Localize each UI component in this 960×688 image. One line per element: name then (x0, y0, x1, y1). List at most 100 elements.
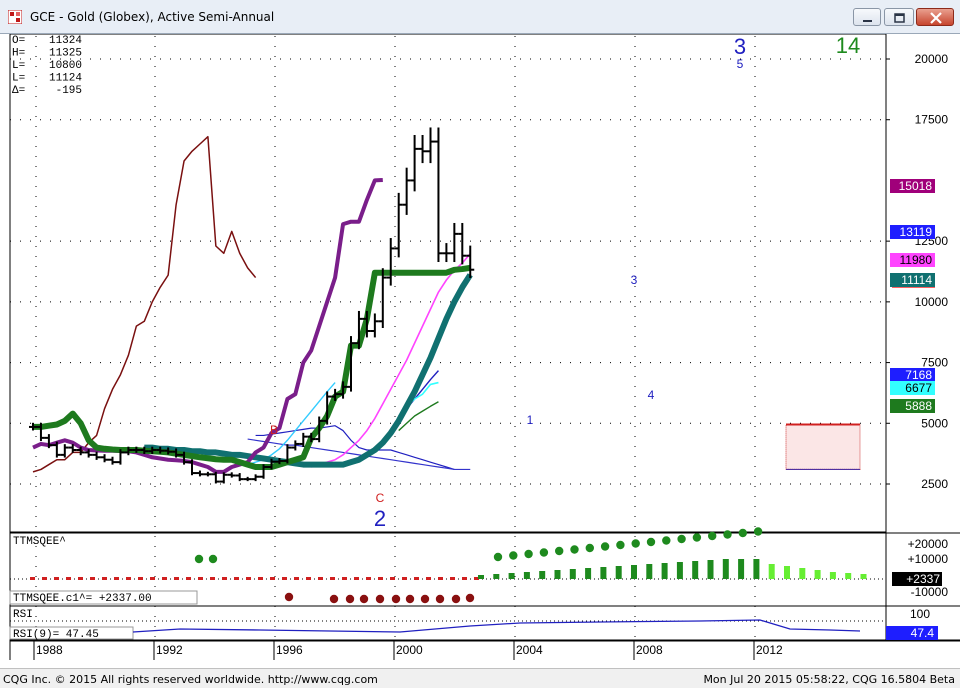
readout-value: 10800 (49, 60, 82, 72)
ttm-dash (318, 577, 323, 580)
status-bar: CQG Inc. © 2015 All rights reserved worl… (0, 668, 960, 688)
ttm-dash (102, 577, 107, 580)
readout-value: 11325 (49, 48, 82, 60)
ttm-dot-up (662, 536, 671, 545)
ttm-dash (426, 577, 431, 580)
ttm-tick: -10000 (911, 585, 949, 599)
ttm-bar (661, 563, 668, 579)
ttm-dot-up (194, 554, 204, 564)
ttm-dash (54, 577, 59, 580)
ttm-bar (814, 570, 821, 579)
main-panel-frame (9, 34, 887, 533)
ttm-bar (845, 573, 852, 579)
ttm-label: TTMSQEE^ (13, 536, 66, 548)
ttm-dash (270, 577, 275, 580)
ttm-dash (114, 577, 119, 580)
ttm-dot-down (345, 594, 355, 604)
ttm-dot-down (359, 594, 369, 604)
ttm-bar (768, 564, 775, 579)
rsi-tick: 100 (910, 607, 930, 621)
ttm-dot-up (539, 548, 549, 557)
rsi-label: RSI (13, 609, 33, 621)
readout-label: H= (12, 48, 25, 60)
ttm-dot-down (435, 594, 445, 604)
ttm-dot-down (451, 594, 461, 604)
close-button[interactable] (916, 8, 954, 26)
ttm-dash (198, 577, 203, 580)
ttm-dot-down (465, 593, 475, 603)
ttm-dot-up (753, 527, 763, 536)
restore-button[interactable] (884, 8, 914, 26)
price-tag-label: 15018 (899, 179, 933, 193)
close-icon (930, 12, 942, 24)
time-axis-label: 2012 (756, 643, 783, 657)
ttm-dot-up (555, 546, 564, 556)
ttm-dot-up (570, 545, 579, 554)
ttm-dash (366, 577, 371, 580)
ttm-bar (692, 561, 699, 579)
window-titlebar: GCE - Gold (Globex), Active Semi-Annual (0, 0, 960, 34)
price-tick-label: 20000 (915, 52, 949, 66)
ttm-dash (234, 577, 239, 580)
ttm-dash (150, 577, 155, 580)
minimize-button[interactable] (853, 8, 881, 26)
ttm-bar (799, 568, 806, 579)
ttm-dash (378, 577, 383, 580)
ttm-dot-up (616, 540, 625, 550)
ttm-dash (42, 577, 47, 580)
price-tag-label: 6677 (905, 381, 932, 395)
ttm-bar (554, 570, 561, 579)
rsi-tag: 47.4 (911, 626, 935, 640)
ttm-bar (585, 568, 592, 579)
rsi-readout: RSI(9)= 47.45 (13, 629, 99, 641)
ttm-dot-down (375, 594, 385, 604)
ttm-bar (860, 574, 867, 579)
ttm-bar (600, 567, 607, 579)
ttm-bar (569, 569, 576, 579)
ttm-dot-up (585, 543, 594, 553)
time-axis-label: 2004 (516, 643, 543, 657)
wave-label-b: B (270, 423, 278, 437)
wave-label-4: 4 (648, 388, 655, 402)
price-tick-label: 2500 (921, 477, 948, 491)
ttm-bar (676, 562, 683, 579)
ttm-dot-down (329, 594, 339, 604)
ttm-bar (829, 572, 836, 579)
wave-label-green: 14 (836, 34, 860, 58)
ttm-bar (615, 566, 622, 579)
readout-label: O= (12, 35, 25, 47)
ttm-dot-up (692, 533, 702, 542)
readout-label: L= (12, 60, 25, 72)
price-chart[interactable]: O= 11324 H= 11325 L= 10800 L= 11124 Δ= -195 20000 1… (0, 34, 960, 668)
price-tag-label: 5888 (905, 399, 932, 413)
price-tick-label: 10000 (915, 295, 949, 309)
readout-value: 11324 (49, 35, 82, 47)
ttm-dash (66, 577, 71, 580)
window-title: GCE - Gold (Globex), Active Semi-Annual (30, 10, 275, 24)
ttm-dot-up (708, 531, 717, 541)
ttm-bar (508, 573, 515, 579)
wave-label-3: 3 (631, 273, 638, 287)
ttm-dot-down (420, 594, 430, 604)
wave-label-bottom: 2 (374, 506, 386, 531)
ttm-tick: +10000 (908, 552, 949, 566)
copyright-text: CQG Inc. © 2015 All rights reserved worl… (3, 673, 378, 686)
price-tag-label: 11980 (900, 253, 933, 267)
ttm-dot-up (631, 539, 640, 548)
wave-label-c: C (376, 491, 385, 505)
ttm-dash (222, 577, 227, 580)
ttm-dash (126, 577, 131, 580)
ttm-dot-up (600, 542, 610, 551)
ttm-dash (342, 577, 347, 580)
ttm-dash (414, 577, 419, 580)
time-axis-label: 1992 (156, 643, 183, 657)
ttm-dash (138, 577, 143, 580)
ttm-dash (306, 577, 311, 580)
ttm-dot-up (524, 549, 533, 559)
readout-label: L= (12, 73, 25, 85)
ttm-dash (390, 577, 395, 580)
ttm-dash (210, 577, 215, 580)
ttm-dash (294, 577, 299, 580)
time-axis-label: 2000 (396, 643, 423, 657)
ttm-tick: +20000 (908, 537, 949, 551)
